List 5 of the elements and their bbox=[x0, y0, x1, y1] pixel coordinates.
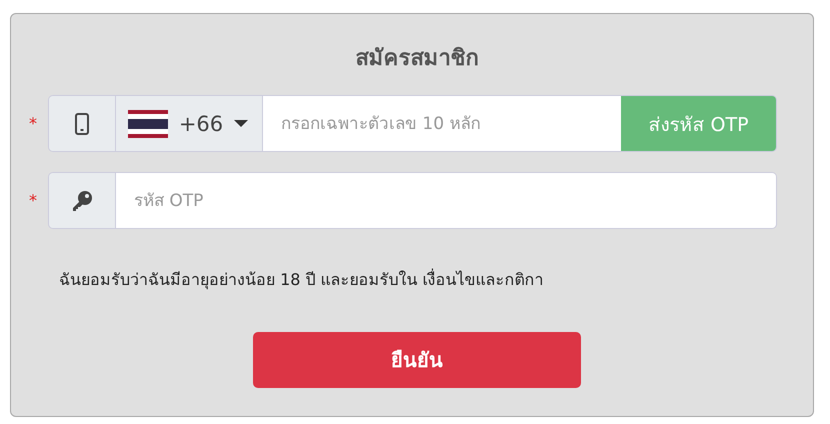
confirm-button[interactable]: ยืนยัน bbox=[253, 332, 581, 388]
terms-text: ฉันยอมรับว่าฉันมีอายุอย่างน้อย 18 ปี และยอมรับใน เงื่อนไขและกติกา bbox=[58, 268, 545, 292]
form-title: สมัครสมาชิก bbox=[354, 45, 480, 73]
required-mark: * bbox=[29, 114, 38, 133]
required-mark: * bbox=[29, 191, 38, 210]
